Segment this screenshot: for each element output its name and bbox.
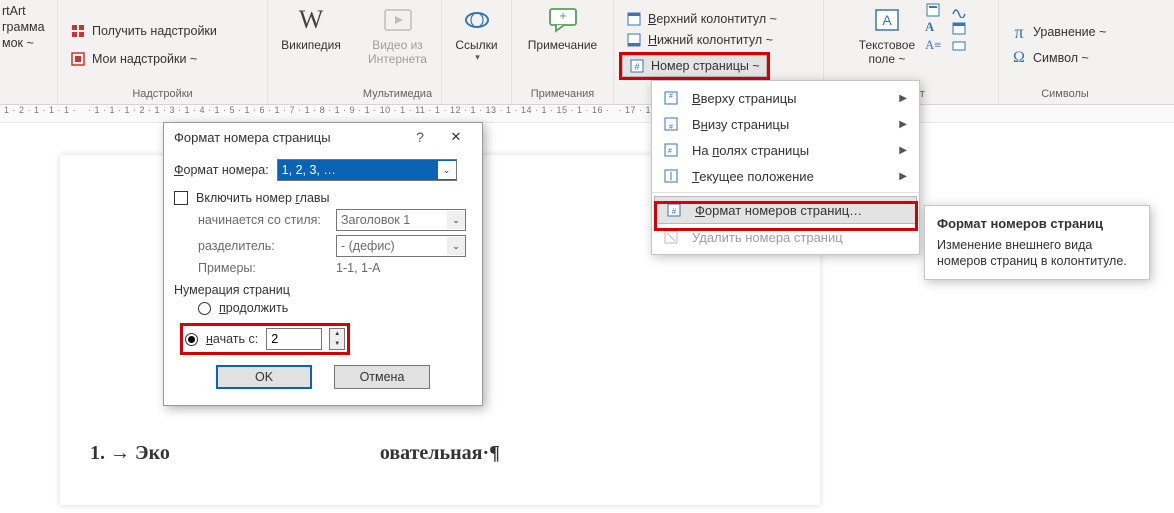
dialog-title: Формат номера страницы <box>174 130 402 145</box>
pi-icon: π <box>1011 24 1027 40</box>
video-icon <box>382 4 414 36</box>
start-at-input[interactable] <box>266 328 322 350</box>
svg-text:#: # <box>672 207 677 216</box>
omega-icon: Ω <box>1011 50 1027 66</box>
document-text: 1. → Эко овательная·¶ <box>90 442 500 465</box>
format-label: Формат номера: <box>174 163 269 177</box>
format-numbers-icon: # <box>665 201 683 219</box>
svg-text:#: # <box>669 93 673 100</box>
include-chapter-label: Включить номер главы <box>196 191 330 205</box>
footer-button[interactable]: Нижний колонтитул ~ <box>622 31 777 49</box>
text-box-button[interactable]: A Текстовое поле ~ <box>855 2 919 68</box>
get-addins-button[interactable]: Получить надстройки <box>66 22 221 40</box>
svg-text:#: # <box>634 62 639 72</box>
separator-combo: - (дефис)⌄ <box>336 235 466 257</box>
svg-text:#: # <box>668 148 672 155</box>
wikipedia-icon: W <box>295 4 327 36</box>
ribbon: rtArt грамма мок ~ Получить надстройки М… <box>0 0 1174 105</box>
menu-top-of-page[interactable]: #Вверху страницы▶ <box>652 85 919 111</box>
page-margins-icon: # <box>662 141 680 159</box>
store-icon <box>70 23 86 39</box>
menu-bottom-of-page[interactable]: #Внизу страницы▶ <box>652 111 919 137</box>
chevron-down-icon: ▾ <box>475 52 480 63</box>
page-bottom-icon: # <box>662 115 680 133</box>
menu-page-margins[interactable]: #На полях страницы▶ <box>652 137 919 163</box>
continue-radio[interactable] <box>198 302 211 315</box>
page-number-icon: # <box>629 58 645 74</box>
submenu-arrow-icon: ▶ <box>899 119 907 130</box>
smartart-fragment: rtArt грамма мок ~ <box>2 2 45 50</box>
footer-icon <box>626 32 642 48</box>
spinner-buttons[interactable]: ▲▼ <box>329 328 345 350</box>
chapter-style-combo: Заголовок 1⌄ <box>336 209 466 231</box>
submenu-arrow-icon: ▶ <box>899 93 907 104</box>
wordart-icon[interactable]: A <box>925 20 941 36</box>
page-number-format-dialog: Формат номера страницы ? ✕ Формат номера… <box>163 122 483 406</box>
numbering-section-label: Нумерация страниц <box>174 283 472 297</box>
textbox-icon: A <box>871 4 903 36</box>
page-number-dropdown: #Вверху страницы▶ #Внизу страницы▶ #На п… <box>651 80 920 255</box>
quickparts-icon[interactable] <box>925 2 941 18</box>
ok-button[interactable]: OK <box>216 365 312 389</box>
menu-format-page-numbers[interactable]: #Формат номеров страниц… <box>654 196 917 224</box>
group-label-addins: Надстройки <box>132 88 192 104</box>
cancel-button[interactable]: Отмена <box>334 365 430 389</box>
close-button[interactable]: ✕ <box>438 129 474 145</box>
help-button[interactable]: ? <box>402 129 438 145</box>
my-addins-button[interactable]: Мои надстройки ~ <box>66 50 201 68</box>
signature-icon[interactable] <box>951 2 967 18</box>
horizontal-ruler: 1 · 2 · 1 · 1 · 1 · · 1 · 1 · 1 · 2 · 1 … <box>0 105 1174 123</box>
include-chapter-checkbox[interactable] <box>174 191 188 205</box>
remove-numbers-icon <box>662 228 680 246</box>
chevron-down-icon: ⌄ <box>438 161 456 179</box>
number-format-combo[interactable]: 1, 2, 3, …⌄ <box>277 159 457 181</box>
svg-text:#: # <box>669 124 673 131</box>
page-number-button[interactable]: #Номер страницы ~ <box>622 55 767 77</box>
tooltip-format-page-numbers: Формат номеров страниц Изменение внешнег… <box>924 205 1150 280</box>
start-at-radio[interactable] <box>185 333 198 346</box>
dropcap-icon[interactable]: A≡ <box>925 38 941 54</box>
menu-current-position[interactable]: Текущее положение▶ <box>652 163 919 189</box>
link-icon <box>461 4 493 36</box>
addins-icon <box>70 51 86 67</box>
submenu-arrow-icon: ▶ <box>899 145 907 156</box>
current-position-icon <box>662 167 680 185</box>
object-icon[interactable] <box>951 38 967 54</box>
symbol-button[interactable]: ΩСимвол ~ <box>1007 49 1093 67</box>
svg-text:A: A <box>882 12 892 28</box>
submenu-arrow-icon: ▶ <box>899 171 907 182</box>
header-button[interactable]: ВВерхний колонтитул ~ерхний колонтитул ~ <box>622 10 781 28</box>
links-button[interactable]: Ссылки ▾ <box>448 2 506 65</box>
online-video-button[interactable]: Видео из Интернета <box>364 2 431 68</box>
svg-text:+: + <box>559 8 567 23</box>
header-icon <box>626 11 642 27</box>
menu-remove-page-numbers: Удалить номера страниц <box>652 224 919 250</box>
comment-icon: + <box>547 4 579 36</box>
datetime-icon[interactable] <box>951 20 967 36</box>
page-top-icon: # <box>662 89 680 107</box>
equation-button[interactable]: πУравнение ~ <box>1007 23 1110 41</box>
comment-button[interactable]: + Примечание <box>524 2 601 54</box>
wikipedia-button[interactable]: W Википедия <box>277 2 345 54</box>
